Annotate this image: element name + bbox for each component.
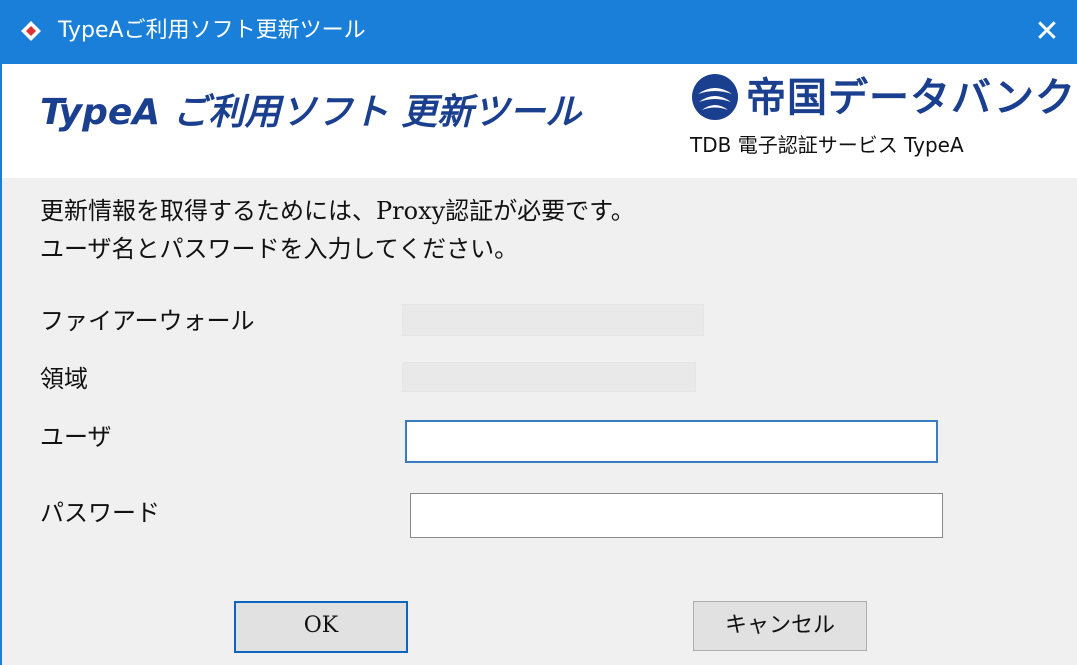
- tool-icon: [21, 21, 41, 41]
- user-input[interactable]: [407, 422, 936, 461]
- ok-button[interactable]: OK: [234, 601, 408, 653]
- dialog-heading: TypeA ご利用ソフト 更新ツール: [40, 92, 582, 133]
- dialog-header: TypeA ご利用ソフト 更新ツール 帝国データバンク TDB 電子認証サービス…: [0, 64, 1077, 178]
- window-title: TypeAご利用ソフト更新ツール: [58, 18, 366, 43]
- logo-text: 帝国データバンク: [746, 75, 1076, 121]
- realm-value: [402, 362, 696, 392]
- realm-label: 領域: [40, 365, 88, 393]
- close-icon[interactable]: ✕: [1017, 0, 1077, 64]
- service-subtitle: TDB 電子認証サービス TypeA: [690, 133, 964, 157]
- password-input[interactable]: [411, 494, 942, 537]
- instruction-line-1: 更新情報を取得するためには、Proxy認証が必要です。: [40, 197, 635, 225]
- instruction-message: 更新情報を取得するためには、Proxy認証が必要です。 ユーザ名とパスワードを入…: [40, 192, 635, 268]
- password-field[interactable]: [410, 493, 943, 538]
- title-bar: TypeAご利用ソフト更新ツール ✕: [0, 0, 1077, 64]
- logo-emblem-icon: [692, 74, 738, 120]
- cancel-button[interactable]: キャンセル: [693, 601, 867, 651]
- user-label: ユーザ: [40, 423, 112, 451]
- firewall-value: [402, 304, 704, 336]
- password-label: パスワード: [40, 499, 160, 527]
- window-border: [0, 64, 2, 665]
- firewall-label: ファイアーウォール: [40, 307, 255, 335]
- company-logo: 帝国データバンク: [690, 70, 1075, 130]
- instruction-line-2: ユーザ名とパスワードを入力してください。: [40, 235, 519, 263]
- user-field[interactable]: [405, 420, 938, 463]
